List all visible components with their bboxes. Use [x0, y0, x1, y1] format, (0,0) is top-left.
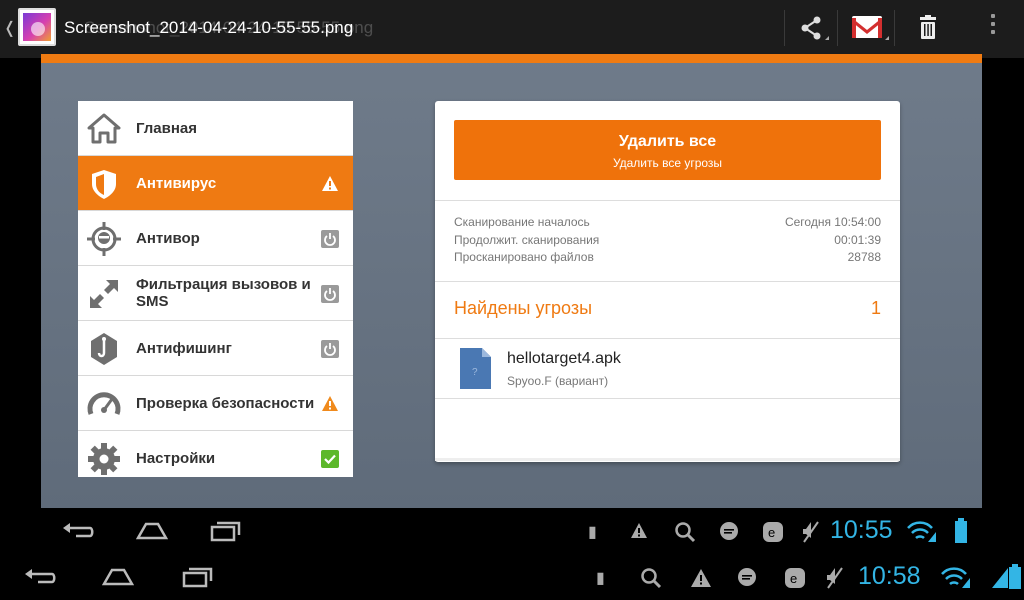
- home-icon: [87, 113, 121, 144]
- threats-count: 1: [870, 298, 881, 318]
- threats-found-label: Найдены угрозы: [454, 298, 593, 318]
- menu-item-label: Настройки: [136, 450, 216, 467]
- warning-icon: [322, 176, 338, 191]
- overflow-menu-icon[interactable]: [990, 14, 996, 42]
- divider: [435, 281, 900, 282]
- menu-item-label: Антивор: [136, 230, 200, 247]
- trash-icon: [920, 15, 936, 39]
- menu-item-security-check[interactable]: Проверка безопасности: [78, 376, 353, 431]
- divider: [435, 398, 900, 399]
- action-bar: ❬ Screenshot_2014-04-24-10-55-55.png Scr…: [0, 0, 1024, 58]
- gmail-icon: [852, 16, 889, 40]
- search-icon: [675, 522, 696, 543]
- file-title: Screenshot_2014-04-24-10-55-55.png: [64, 18, 354, 37]
- up-caret-icon[interactable]: ❬: [3, 18, 16, 38]
- clock: 10:55: [830, 516, 893, 544]
- wifi-icon: [907, 521, 936, 542]
- mute-icon: [803, 521, 819, 543]
- menu-item-label: Главная: [136, 120, 198, 137]
- delete-all-button[interactable]: Удалить все Удалить все угрозы: [454, 120, 881, 180]
- home-nav-icon[interactable]: [102, 566, 134, 586]
- antivirus-menu: Главная Антивирус Антивор Фильтрация выз…: [78, 101, 353, 477]
- stat-value: 00:01:39: [834, 233, 881, 247]
- chat-icon: ▮: [596, 570, 605, 587]
- message-icon: [720, 522, 738, 540]
- app-header-strip: [41, 54, 982, 63]
- stat-label: Сканирование началось: [454, 215, 590, 229]
- power-icon: [321, 340, 339, 358]
- menu-item-label: Антифишинг: [136, 340, 232, 357]
- system-nav-bar: ▮ e 10:58: [0, 554, 1024, 600]
- battery-icon: [1009, 564, 1021, 589]
- message-icon: [738, 568, 756, 586]
- menu-item-antitheft[interactable]: Антивор: [78, 211, 353, 266]
- stat-value: 28788: [847, 250, 881, 264]
- e-icon: e: [763, 522, 783, 542]
- delete-button[interactable]: [906, 10, 950, 46]
- menu-item-home[interactable]: Главная: [78, 101, 353, 156]
- svg-text:e: e: [768, 525, 775, 540]
- search-icon: [641, 568, 662, 589]
- mute-icon: [827, 567, 843, 589]
- menu-item-antiphishing[interactable]: Антифишинг: [78, 321, 353, 376]
- e-icon: e: [785, 568, 805, 588]
- svg-text:?: ?: [472, 367, 478, 378]
- call-filter-icon: [90, 280, 118, 308]
- share-icon: [801, 16, 829, 40]
- divider: [435, 200, 900, 201]
- unknown-file-icon: ?: [460, 348, 491, 389]
- stat-value: Сегодня 10:54:00: [784, 215, 881, 229]
- gallery-app-icon[interactable]: [18, 8, 56, 46]
- check-icon: [321, 450, 339, 468]
- screenshot-viewer: Главная Антивирус Антивор Фильтрация выз…: [41, 54, 982, 508]
- home-nav-icon[interactable]: [136, 520, 168, 540]
- threat-file-name: hellotarget4.apk: [507, 350, 621, 367]
- warning-icon: [322, 396, 338, 411]
- clock: 10:58: [858, 562, 921, 590]
- warning-notification-icon: [631, 523, 647, 538]
- divider: [435, 458, 900, 461]
- recent-apps-icon[interactable]: [182, 564, 214, 588]
- menu-item-label: Антивирус: [136, 175, 217, 192]
- gmail-button[interactable]: [839, 10, 895, 46]
- thief-icon: [87, 222, 121, 256]
- power-icon: [321, 230, 339, 248]
- battery-icon: [955, 518, 967, 543]
- share-button[interactable]: [784, 10, 838, 46]
- divider: [435, 338, 900, 339]
- menu-item-antivirus[interactable]: Антивирус: [78, 156, 353, 211]
- signal-icon: [992, 568, 1008, 588]
- hook-icon: [91, 333, 117, 365]
- gear-icon: [88, 443, 120, 475]
- power-icon: [321, 285, 339, 303]
- recent-apps-icon[interactable]: [210, 518, 242, 542]
- chat-icon: ▮: [588, 524, 597, 541]
- stat-label: Просканировано файлов: [454, 250, 594, 264]
- scan-results-panel: Удалить все Удалить все угрозы Сканирова…: [435, 101, 900, 462]
- gauge-icon: [87, 392, 121, 415]
- system-nav-bar-inner: ▮ e 10:55: [0, 508, 1024, 554]
- threat-detail: Spyoo.F (вариант): [507, 374, 609, 388]
- shield-icon: [92, 170, 116, 199]
- stat-label: Продолжит. сканирования: [454, 233, 600, 247]
- delete-all-subtitle: Удалить все угрозы: [612, 156, 723, 170]
- menu-item-settings[interactable]: Настройки: [78, 431, 353, 477]
- svg-text:e: e: [790, 571, 797, 586]
- menu-item-call-filter[interactable]: Фильтрация вызовов и SMS: [78, 266, 353, 321]
- back-icon[interactable]: [62, 520, 94, 540]
- delete-all-label: Удалить все: [618, 133, 717, 150]
- warning-notification-icon: [691, 569, 711, 587]
- wifi-icon: [941, 567, 970, 588]
- back-icon[interactable]: [24, 566, 56, 586]
- menu-item-label: Фильтрация вызовов и SMS: [136, 276, 311, 310]
- menu-item-label: Проверка безопасности: [136, 395, 315, 412]
